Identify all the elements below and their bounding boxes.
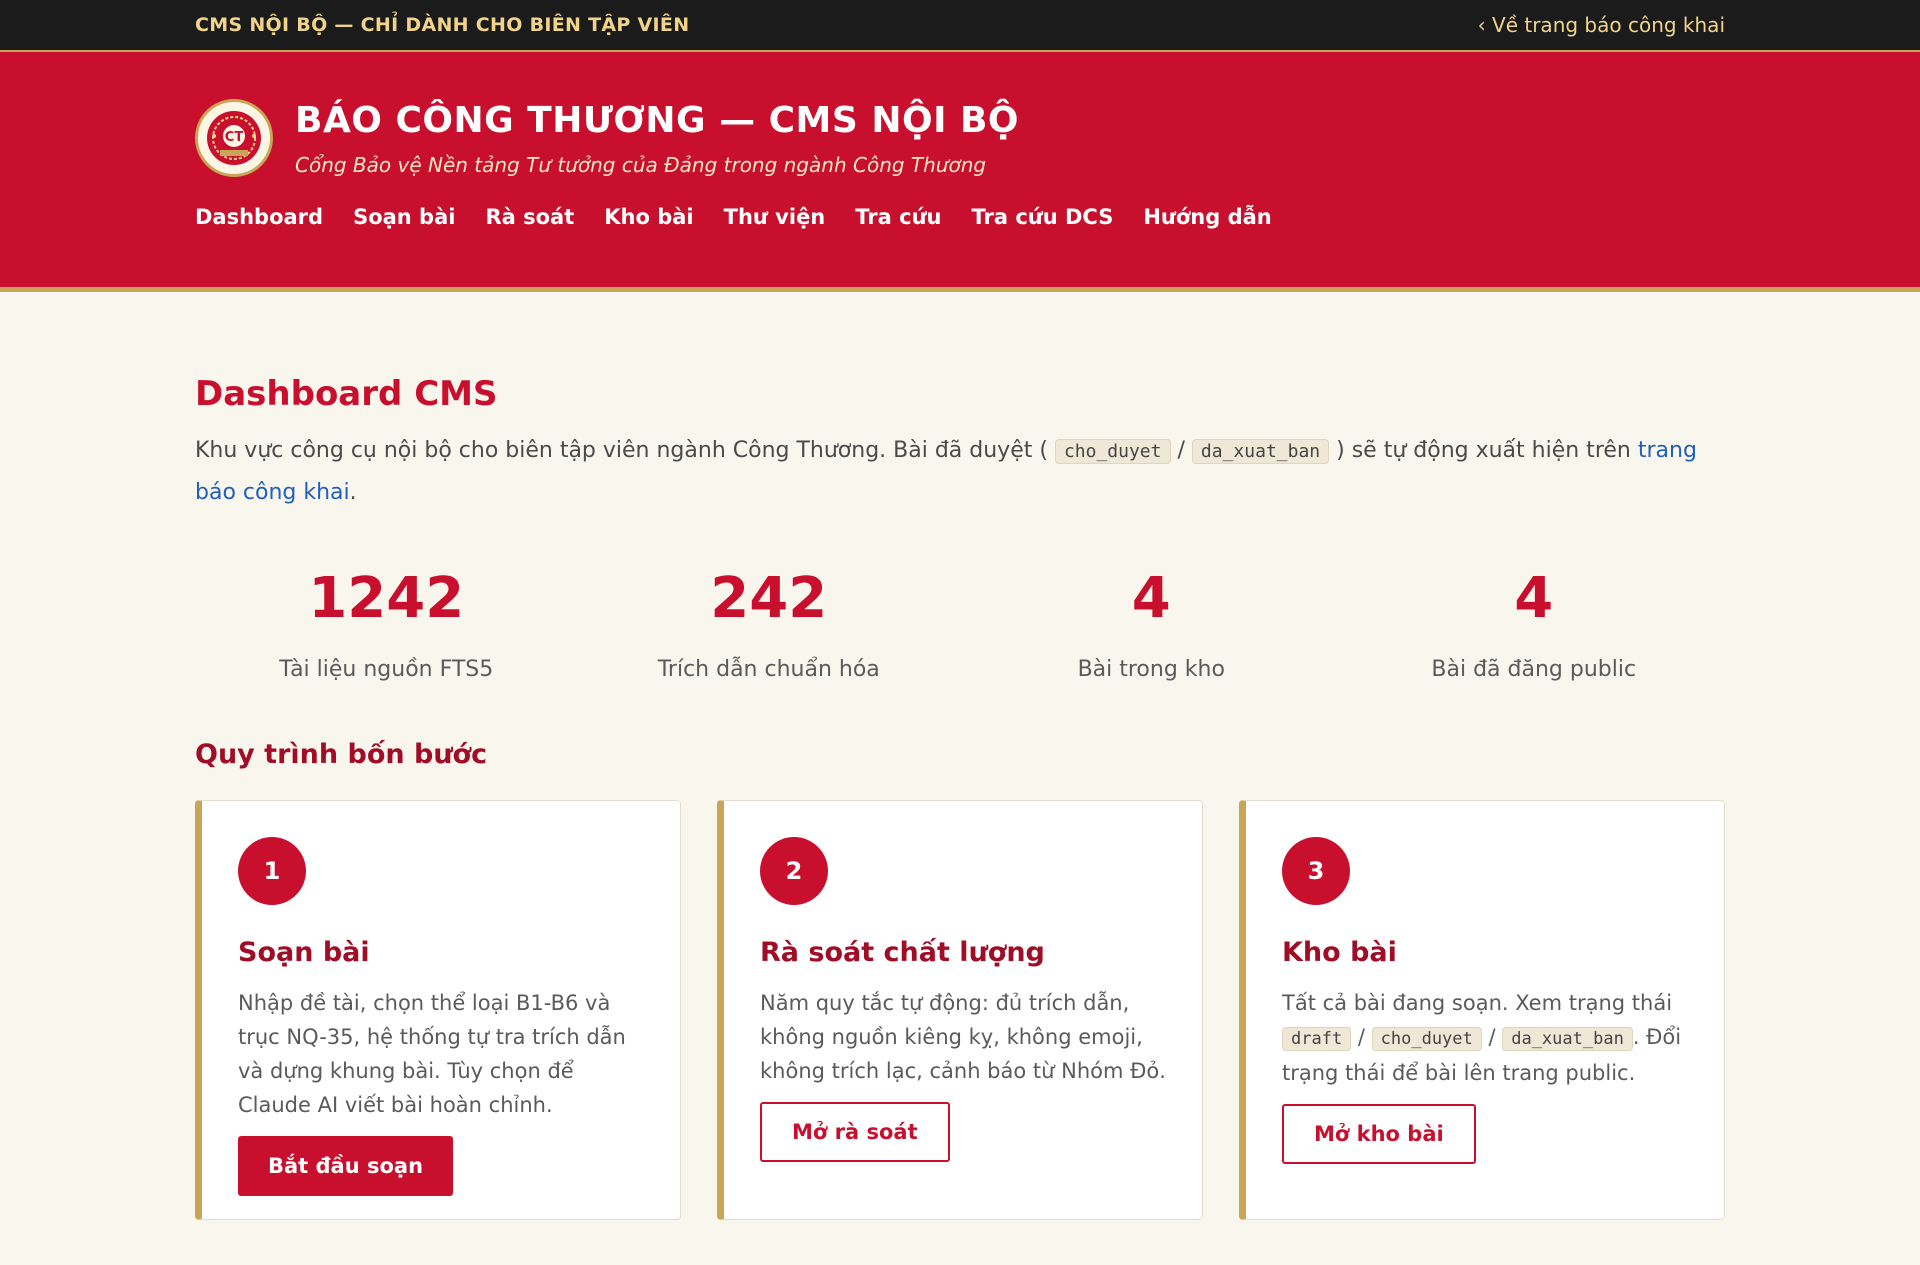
intro-text: Khu vực công cụ nội bộ cho biên tập viên… xyxy=(195,430,1725,513)
workflow-card-review: 2 Rà soát chất lượng Năm quy tắc tự động… xyxy=(717,800,1203,1220)
card-text-part: Tất cả bài đang soạn. Xem trạng thái xyxy=(1282,991,1673,1015)
main-content: Dashboard CMS Khu vực công cụ nội bộ cho… xyxy=(0,374,1920,1220)
stat-value: 1242 xyxy=(308,566,465,631)
stat-source-docs: 1242 Tài liệu nguồn FTS5 xyxy=(195,566,578,683)
stats-row: 1242 Tài liệu nguồn FTS5 242 Trích dẫn c… xyxy=(195,566,1726,683)
card-title: Rà soát chất lượng xyxy=(760,937,1045,968)
nav-soan-bai[interactable]: Soạn bài xyxy=(353,205,455,229)
status-code-draft: draft xyxy=(1282,1027,1352,1051)
workflow-card-compose: 1 Soạn bài Nhập đề tài, chọn thể loại B1… xyxy=(195,800,681,1220)
stat-value: 4 xyxy=(1131,566,1171,631)
emblem-icon[interactable]: CT xyxy=(195,99,273,177)
code-separator: / xyxy=(1357,1025,1365,1049)
nav-dashboard[interactable]: Dashboard xyxy=(195,205,323,229)
workflow-cards: 1 Soạn bài Nhập đề tài, chọn thể loại B1… xyxy=(195,800,1725,1220)
open-store-button[interactable]: Mở kho bài xyxy=(1282,1104,1476,1164)
main-nav: Dashboard Soạn bài Rà soát Kho bài Thư v… xyxy=(195,205,1725,229)
stat-citations: 242 Trích dẫn chuẩn hóa xyxy=(578,566,961,683)
status-code-da-xuat-ban: da_xuat_ban xyxy=(1502,1027,1633,1051)
intro-part: ) sẽ tự động xuất hiện trên xyxy=(1336,438,1631,463)
stat-published: 4 Bài đã đăng public xyxy=(1343,566,1726,683)
stat-label: Bài trong kho xyxy=(1077,657,1225,682)
step-number: 2 xyxy=(760,837,828,905)
nav-tra-cuu[interactable]: Tra cứu xyxy=(855,205,941,229)
svg-text:CT: CT xyxy=(225,130,244,145)
card-text: Nhập đề tài, chọn thể loại B1-B6 và trục… xyxy=(238,991,626,1117)
stat-value: 242 xyxy=(710,566,828,631)
step-number: 1 xyxy=(238,837,306,905)
intro-end: . xyxy=(349,480,357,505)
status-code-cho-duyet: cho_duyet xyxy=(1054,439,1171,464)
start-compose-button[interactable]: Bắt đầu soạn xyxy=(238,1136,454,1196)
nav-thu-vien[interactable]: Thư viện xyxy=(724,205,826,229)
workflow-card-store: 3 Kho bài Tất cả bài đang soạn. Xem trạn… xyxy=(1239,800,1725,1220)
status-code-cho-duyet: cho_duyet xyxy=(1371,1027,1482,1051)
intro-separator: / xyxy=(1177,438,1185,463)
top-bar: CMS NỘI BỘ — CHỈ DÀNH CHO BIÊN TẬP VIÊN … xyxy=(0,0,1920,52)
site-title: BÁO CÔNG THƯƠNG — CMS NỘI BỘ xyxy=(295,99,1020,141)
stat-label: Tài liệu nguồn FTS5 xyxy=(279,657,494,682)
intro-part: Khu vực công cụ nội bộ cho biên tập viên… xyxy=(195,438,1048,463)
masthead: CT BÁO CÔNG THƯƠNG — CMS NỘI BỘ Cổng Bảo… xyxy=(0,52,1920,292)
back-to-public-link[interactable]: ‹ Về trang báo công khai xyxy=(1478,13,1725,37)
topbar-title: CMS NỘI BỘ — CHỈ DÀNH CHO BIÊN TẬP VIÊN xyxy=(195,14,690,36)
card-text: Tất cả bài đang soạn. Xem trạng thái dra… xyxy=(1282,986,1688,1090)
brand: CT BÁO CÔNG THƯƠNG — CMS NỘI BỘ Cổng Bảo… xyxy=(195,52,1725,177)
stat-articles-in-store: 4 Bài trong kho xyxy=(960,566,1343,683)
card-title: Soạn bài xyxy=(238,937,370,968)
brand-text: BÁO CÔNG THƯƠNG — CMS NỘI BỘ Cổng Bảo vệ… xyxy=(295,100,1019,177)
nav-ra-soat[interactable]: Rà soát xyxy=(485,205,574,229)
nav-tra-cuu-dcs[interactable]: Tra cứu DCS xyxy=(971,205,1113,229)
stat-value: 4 xyxy=(1514,566,1554,631)
stat-label: Bài đã đăng public xyxy=(1431,657,1637,682)
card-text: Năm quy tắc tự động: đủ trích dẫn, không… xyxy=(760,991,1166,1083)
step-number: 3 xyxy=(1282,837,1350,905)
open-review-button[interactable]: Mở rà soát xyxy=(760,1102,950,1162)
stat-label: Trích dẫn chuẩn hóa xyxy=(657,657,880,682)
code-separator: / xyxy=(1488,1025,1496,1049)
site-subtitle: Cổng Bảo vệ Nền tảng Tư tưởng của Đảng t… xyxy=(295,152,987,177)
workflow-title: Quy trình bốn bước xyxy=(195,739,488,770)
card-title: Kho bài xyxy=(1282,937,1397,968)
status-code-da-xuat-ban: da_xuat_ban xyxy=(1191,439,1330,464)
nav-huong-dan[interactable]: Hướng dẫn xyxy=(1143,205,1271,229)
page-title: Dashboard CMS xyxy=(195,374,498,414)
nav-kho-bai[interactable]: Kho bài xyxy=(604,205,693,229)
